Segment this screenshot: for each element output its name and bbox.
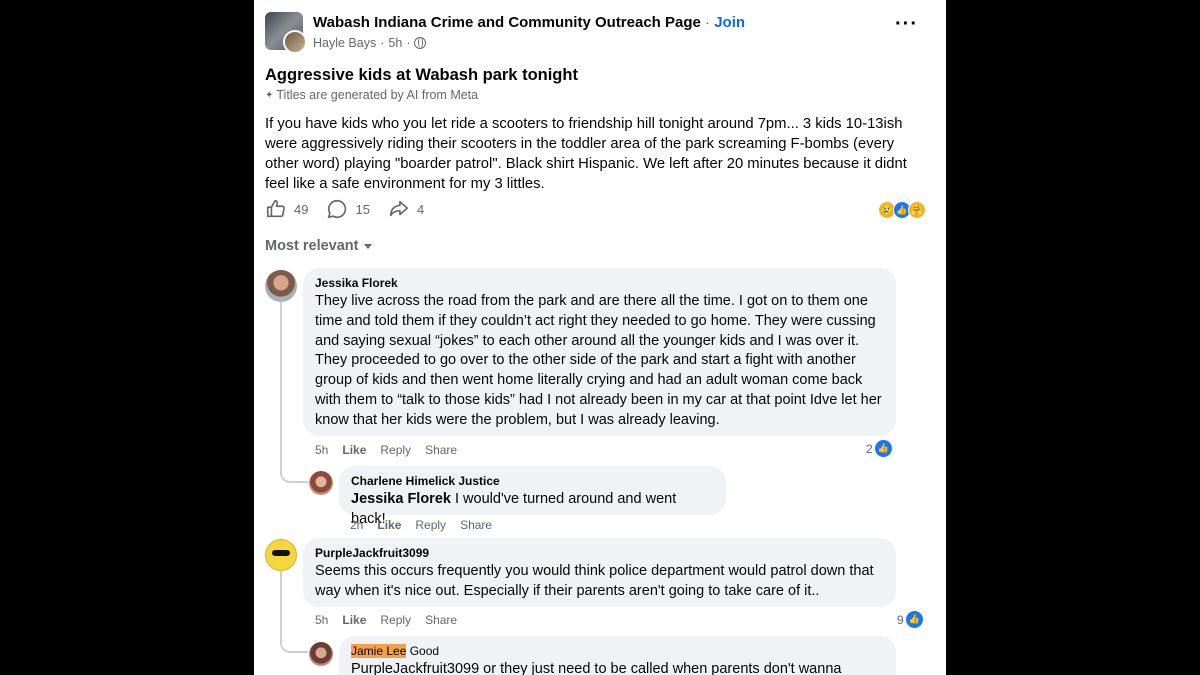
share-icon	[389, 200, 409, 217]
comment-bubble: Jessika Florek They live across the road…	[303, 268, 896, 436]
like-button[interactable]: 49	[265, 198, 308, 220]
comment-like-button[interactable]: Like	[342, 613, 366, 627]
comment-like-button[interactable]: Like	[342, 443, 366, 457]
comment-share-button[interactable]: Share	[460, 518, 492, 532]
comment-button[interactable]: 15	[326, 198, 370, 220]
reaction-count: 9	[897, 612, 904, 627]
comment-text: PurpleJackfruit3099 or they just need to…	[351, 661, 842, 675]
separator-dot: ·	[700, 14, 715, 31]
ai-note-text: Titles are generated by AI from Meta	[276, 88, 479, 102]
inline-text: Good	[409, 644, 440, 658]
thumbs-up-icon	[266, 199, 285, 218]
avatar[interactable]	[309, 471, 333, 495]
comment-time[interactable]: 5h	[315, 613, 328, 627]
comment-bubble: PurpleJackfruit3099 Seems this occurs fr…	[303, 538, 896, 607]
comment-reaction-count[interactable]: 2 👍	[866, 440, 892, 457]
comment-text: They live across the road from the park …	[315, 293, 882, 428]
commenter-name[interactable]: Jessika Florek	[315, 276, 884, 290]
comment-reaction-count[interactable]: 9 👍	[897, 611, 923, 628]
share-count: 4	[416, 201, 425, 217]
post-time[interactable]: 5h	[388, 36, 402, 50]
commenter-line: Jamie Lee Good	[351, 644, 884, 658]
sort-dropdown[interactable]: Most relevant	[265, 238, 373, 254]
post-title: Aggressive kids at Wabash park tonight	[265, 66, 578, 84]
globe-icon	[414, 37, 427, 49]
comment-time[interactable]: 2h	[350, 518, 363, 532]
thread-line	[280, 302, 282, 450]
like-reaction-icon: 👍	[905, 611, 923, 628]
avatar[interactable]	[265, 270, 297, 302]
thread-connector	[280, 620, 308, 653]
join-button[interactable]: Join	[714, 14, 745, 31]
reaction-count: 2	[866, 441, 873, 456]
author-line: Hayle Bays · 5h ·	[313, 36, 427, 50]
reaction-summary[interactable]: 😢 👍 🤗	[878, 201, 926, 219]
more-options-icon[interactable]: ···	[895, 14, 918, 34]
comment-like-button[interactable]: Like	[377, 518, 401, 532]
comment-meta: 5h Like Reply Share	[315, 613, 457, 627]
comment-share-button[interactable]: Share	[425, 613, 457, 627]
post-card: Wabash Indiana Crime and Community Outre…	[254, 0, 946, 675]
sparkle-icon: ✦	[265, 89, 274, 101]
like-count: 49	[294, 201, 309, 217]
comment-count: 15	[355, 201, 370, 217]
comment-icon	[328, 199, 347, 219]
share-button[interactable]: 4	[388, 198, 424, 220]
comment-reply-button[interactable]: Reply	[380, 443, 411, 457]
comment-time[interactable]: 5h	[315, 443, 328, 457]
comment-meta: 2h Like Reply Share	[350, 518, 492, 532]
comment-text: Seems this occurs frequently you would t…	[315, 563, 874, 599]
post-header: Wabash Indiana Crime and Community Outre…	[313, 14, 745, 31]
chevron-down-icon	[364, 243, 373, 249]
avatar[interactable]	[309, 642, 333, 666]
comment-meta: 5h Like Reply Share	[315, 443, 457, 457]
like-reaction-icon: 👍	[874, 440, 892, 457]
mention-link[interactable]: Jessika Florek	[351, 491, 451, 507]
post-body: If you have kids who you let ride a scoo…	[265, 116, 907, 192]
sort-label: Most relevant	[265, 238, 359, 254]
separator-dot: ·	[406, 36, 411, 50]
group-avatar[interactable]	[265, 12, 307, 54]
separator-dot: ·	[380, 36, 385, 50]
comment-bubble: Jamie Lee Good PurpleJackfruit3099 or th…	[339, 636, 896, 675]
comment-reply-button[interactable]: Reply	[380, 613, 411, 627]
commenter-name[interactable]: Charlene Himelick Justice	[351, 474, 714, 488]
author-name[interactable]: Hayle Bays	[313, 36, 376, 50]
avatar[interactable]	[265, 539, 297, 571]
comment-share-button[interactable]: Share	[425, 443, 457, 457]
post-actions: 49 15 4	[265, 198, 424, 220]
author-avatar[interactable]	[283, 30, 307, 54]
comment-bubble: Charlene Himelick Justice Jessika Florek…	[339, 466, 726, 527]
group-name-link[interactable]: Wabash Indiana Crime and Community Outre…	[313, 14, 701, 31]
commenter-name[interactable]: Jamie Lee	[351, 644, 407, 658]
thread-connector	[280, 440, 308, 483]
care-reaction-icon: 🤗	[908, 201, 926, 219]
comment-reply-button[interactable]: Reply	[415, 518, 446, 532]
ai-note: ✦ Titles are generated by AI from Meta	[265, 88, 478, 102]
commenter-name[interactable]: PurpleJackfruit3099	[315, 546, 884, 560]
